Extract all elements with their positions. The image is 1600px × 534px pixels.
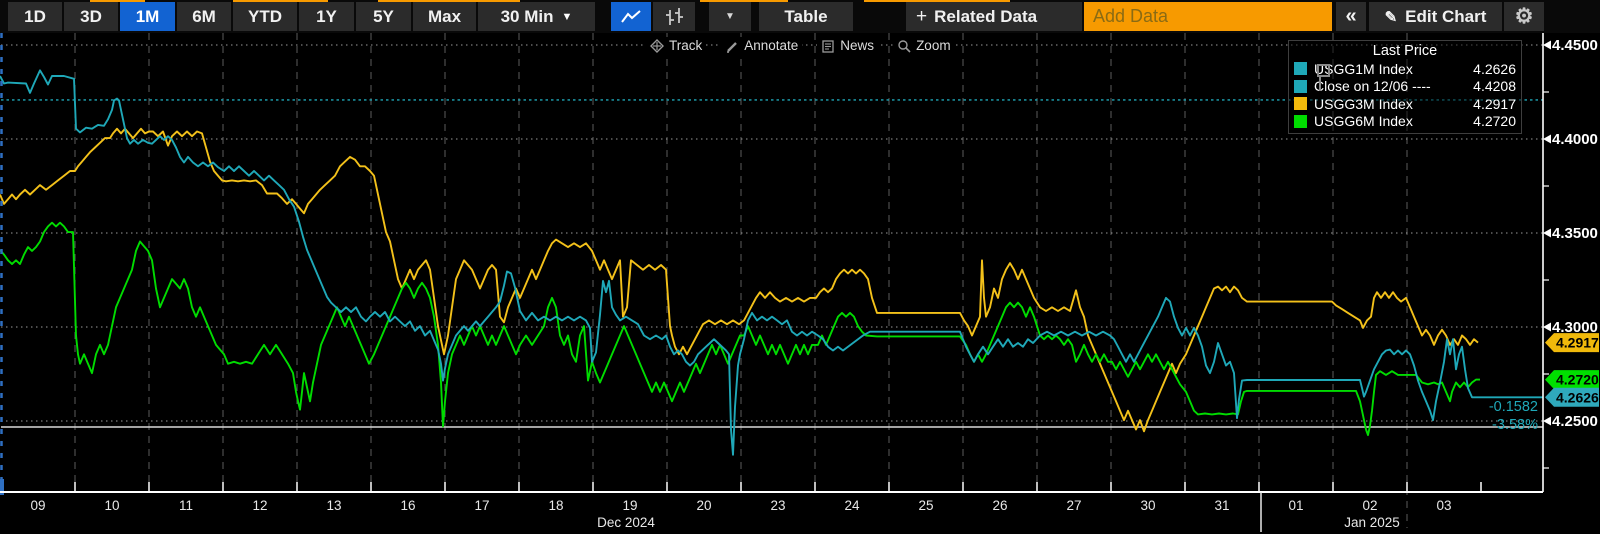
pencil-icon: ✎ xyxy=(1385,8,1398,26)
price-badge-value: 4.2720 xyxy=(1556,372,1599,388)
x-axis-day-label: 23 xyxy=(770,498,785,513)
x-axis-day-label: 13 xyxy=(326,498,341,513)
period-button-5y[interactable]: 5Y xyxy=(356,2,411,31)
gear-icon: ⚙ xyxy=(1515,4,1534,29)
chevron-down-icon: ▼ xyxy=(562,11,573,23)
zoom-label: Zoom xyxy=(916,38,951,53)
settings-button[interactable]: ⚙ xyxy=(1504,2,1544,31)
zoom-tool[interactable]: Zoom xyxy=(893,37,955,54)
price-badge-usgg3m: 4.2917 xyxy=(1545,333,1599,352)
legend-pin-icon xyxy=(1317,64,1330,77)
legend-title: Last Price xyxy=(1294,42,1516,60)
top-toolbar: 1D 3D 1M 6M YTD 1Y 5Y Max 30 Min ▼ ▼ Tab… xyxy=(0,0,1600,33)
legend-value: 4.2720 xyxy=(1473,113,1516,129)
period-button-ytd[interactable]: YTD xyxy=(233,2,297,31)
legend-label: USGG3M Index xyxy=(1314,96,1413,112)
close-line-color-swatch xyxy=(1294,80,1307,93)
x-axis-day-label: 31 xyxy=(1214,498,1229,513)
plus-icon: + xyxy=(916,6,927,28)
edit-chart-button[interactable]: ✎ Edit Chart xyxy=(1369,2,1502,31)
net-change-annotation: -0.1582 xyxy=(1489,399,1538,415)
x-axis-month-label: Dec 2024 xyxy=(597,515,655,530)
period-button-1y[interactable]: 1Y xyxy=(299,2,354,31)
chart-tools-bar: Track Annotate News Zoom xyxy=(646,37,955,54)
x-axis-month-label: Jan 2025 xyxy=(1344,515,1400,530)
zoom-magnifier-icon xyxy=(897,39,911,53)
legend-pin-stem xyxy=(1319,77,1321,91)
usgg6m-color-swatch xyxy=(1294,115,1307,128)
usgg3m-color-swatch xyxy=(1294,97,1307,110)
x-axis-day-label: 20 xyxy=(696,498,711,513)
x-axis-day-label: 25 xyxy=(918,498,933,513)
legend-value: 4.2626 xyxy=(1473,61,1516,77)
x-axis-day-label: 26 xyxy=(992,498,1007,513)
price-badge-usgg6m: 4.2720 xyxy=(1545,370,1599,389)
x-axis-day-label: 19 xyxy=(622,498,637,513)
y-axis-label: 4.2500 xyxy=(1552,413,1598,430)
add-data-input[interactable] xyxy=(1084,2,1332,31)
x-axis-day-label: 01 xyxy=(1288,498,1303,513)
interval-dropdown[interactable]: 30 Min ▼ xyxy=(478,2,595,31)
x-axis-day-label: 09 xyxy=(30,498,45,513)
period-button-1m-selected[interactable]: 1M xyxy=(120,2,175,31)
legend-value: 4.4208 xyxy=(1473,78,1516,94)
legend-label: USGG6M Index xyxy=(1314,113,1413,129)
y-axis-label: 4.4500 xyxy=(1552,37,1598,54)
price-badge-value: 4.2626 xyxy=(1556,389,1599,405)
x-axis-day-label: 27 xyxy=(1066,498,1081,513)
track-label: Track xyxy=(669,38,702,53)
annotate-pencil-icon xyxy=(725,39,739,53)
news-label: News xyxy=(840,38,874,53)
collapse-toolbar-button[interactable]: « xyxy=(1336,2,1366,31)
legend-label: Close on 12/06 ---- xyxy=(1314,78,1431,94)
edit-chart-label: Edit Chart xyxy=(1405,7,1486,27)
news-icon xyxy=(821,39,835,53)
x-axis-day-label: 16 xyxy=(400,498,415,513)
interval-label: 30 Min xyxy=(501,7,554,27)
x-axis-day-label: 03 xyxy=(1436,498,1451,513)
x-axis-day-label: 10 xyxy=(104,498,119,513)
x-axis-day-label: 02 xyxy=(1362,498,1377,513)
x-axis-day-label: 12 xyxy=(252,498,267,513)
x-axis-day-label: 24 xyxy=(844,498,860,513)
line-chart-icon xyxy=(619,7,643,27)
ohlc-bars-icon xyxy=(662,6,686,28)
legend-drag-handle[interactable] xyxy=(1317,64,1329,94)
period-button-max[interactable]: Max xyxy=(413,2,476,31)
track-tool[interactable]: Track xyxy=(646,37,706,54)
related-data-button[interactable]: + Related Data xyxy=(906,2,1082,31)
chevron-down-icon: ▼ xyxy=(725,11,735,22)
price-badge-usgg1m: 4.2626 xyxy=(1545,388,1599,407)
track-crosshair-icon xyxy=(650,39,664,53)
bar-chart-type-button[interactable] xyxy=(653,2,695,31)
period-button-3d[interactable]: 3D xyxy=(64,2,118,31)
table-button[interactable]: Table xyxy=(759,2,853,31)
annotate-tool[interactable]: Annotate xyxy=(721,37,802,54)
x-axis-day-label: 11 xyxy=(179,498,193,513)
usgg1m-color-swatch xyxy=(1294,62,1307,75)
y-axis-label: 4.4000 xyxy=(1552,131,1598,148)
pct-change-annotation: -3.58% xyxy=(1492,417,1538,433)
legend-row-usgg3m[interactable]: USGG3M Index 4.2917 xyxy=(1294,95,1516,113)
chart-options-dropdown[interactable]: ▼ xyxy=(709,2,751,31)
line-chart-type-button[interactable] xyxy=(611,2,651,31)
x-axis-day-label: 30 xyxy=(1140,498,1155,513)
y-axis-label: 4.3500 xyxy=(1552,225,1598,242)
period-button-1d[interactable]: 1D xyxy=(8,2,62,31)
x-axis-day-label: 18 xyxy=(548,498,563,513)
price-badge-value: 4.2917 xyxy=(1556,335,1599,351)
legend-value: 4.2917 xyxy=(1473,96,1516,112)
x-axis-day-label: 17 xyxy=(474,498,489,513)
period-button-6m[interactable]: 6M xyxy=(177,2,231,31)
related-data-label: Related Data xyxy=(934,7,1037,27)
annotate-label: Annotate xyxy=(744,38,798,53)
news-tool[interactable]: News xyxy=(817,37,878,54)
legend-row-usgg6m[interactable]: USGG6M Index 4.2720 xyxy=(1294,113,1516,131)
